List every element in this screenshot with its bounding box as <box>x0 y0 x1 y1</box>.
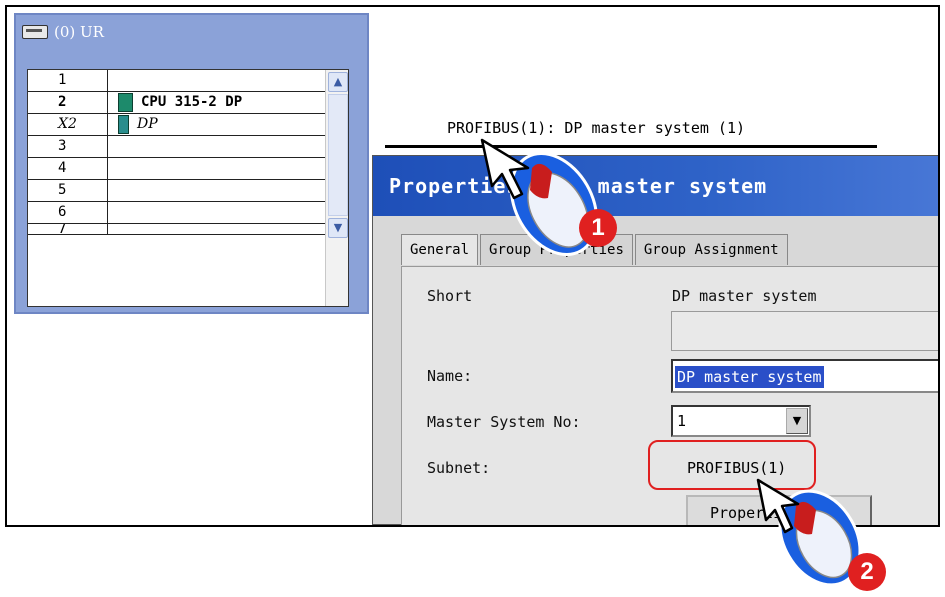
dropdown-arrow-icon[interactable]: ▼ <box>786 408 808 434</box>
rack-title-text: (0) UR <box>54 23 104 41</box>
short-value: DP master system <box>672 287 817 305</box>
rack-slot-table: 1 2 CPU 315-2 DP X2 DP 3 4 5 6 7 ▲ ▼ <box>27 69 349 307</box>
slot-number: 7 <box>28 224 108 234</box>
subnet-label: Subnet: <box>427 459 491 477</box>
comment-field[interactable] <box>671 311 938 351</box>
rack-row-cpu[interactable]: 2 CPU 315-2 DP <box>28 92 328 114</box>
mouse-click-icon <box>480 138 599 256</box>
dp-interface-icon <box>118 115 129 134</box>
dp-interface: DP <box>118 114 158 135</box>
slot-number: 6 <box>28 202 108 223</box>
master-system-no-value: 1 <box>677 412 687 430</box>
dialog-title: Properties - DP master system <box>373 156 938 216</box>
dp-interface-label: DP <box>137 116 158 132</box>
cpu-module-label: CPU 315-2 DP <box>141 94 243 110</box>
rack-row[interactable]: 1 <box>28 70 328 92</box>
scroll-up-icon[interactable]: ▲ <box>328 72 348 92</box>
slot-number: 3 <box>28 136 108 157</box>
rack-row-dp[interactable]: X2 DP <box>28 114 328 136</box>
rack-window[interactable]: (0) UR 1 2 CPU 315-2 DP X2 DP 3 4 5 6 7 … <box>14 13 369 314</box>
rack-row[interactable]: 4 <box>28 158 328 180</box>
cpu-module-icon <box>118 93 133 112</box>
step-badge-1: 1 <box>579 209 617 247</box>
rack-row[interactable]: 3 <box>28 136 328 158</box>
cpu-module: CPU 315-2 DP <box>118 92 242 113</box>
rack-scrollbar[interactable]: ▲ ▼ <box>325 70 348 306</box>
rack-icon <box>22 25 48 39</box>
step-badge-2: 2 <box>848 553 886 591</box>
tab-general[interactable]: General <box>401 234 479 265</box>
name-input-value: DP master system <box>675 366 824 388</box>
scroll-down-icon[interactable]: ▼ <box>328 218 348 238</box>
name-input[interactable]: DP master system <box>671 359 938 393</box>
slot-number: 1 <box>28 70 108 91</box>
tab-group-assignment[interactable]: Group Assignment <box>634 234 788 265</box>
slot-number: 5 <box>28 180 108 201</box>
name-label: Name: <box>427 367 473 385</box>
rack-row[interactable]: 5 <box>28 180 328 202</box>
short-label: Short <box>427 287 473 305</box>
scroll-thumb[interactable] <box>328 94 348 216</box>
master-system-no-select[interactable]: 1 ▼ <box>671 405 811 437</box>
master-system-no-label: Master System No: <box>427 413 581 431</box>
rack-row[interactable]: 7 <box>28 224 328 235</box>
slot-number: 4 <box>28 158 108 179</box>
rack-title: (0) UR <box>22 19 104 45</box>
slot-number: 2 <box>28 92 108 113</box>
slot-number: X2 <box>28 114 108 135</box>
rack-row[interactable]: 6 <box>28 202 328 224</box>
